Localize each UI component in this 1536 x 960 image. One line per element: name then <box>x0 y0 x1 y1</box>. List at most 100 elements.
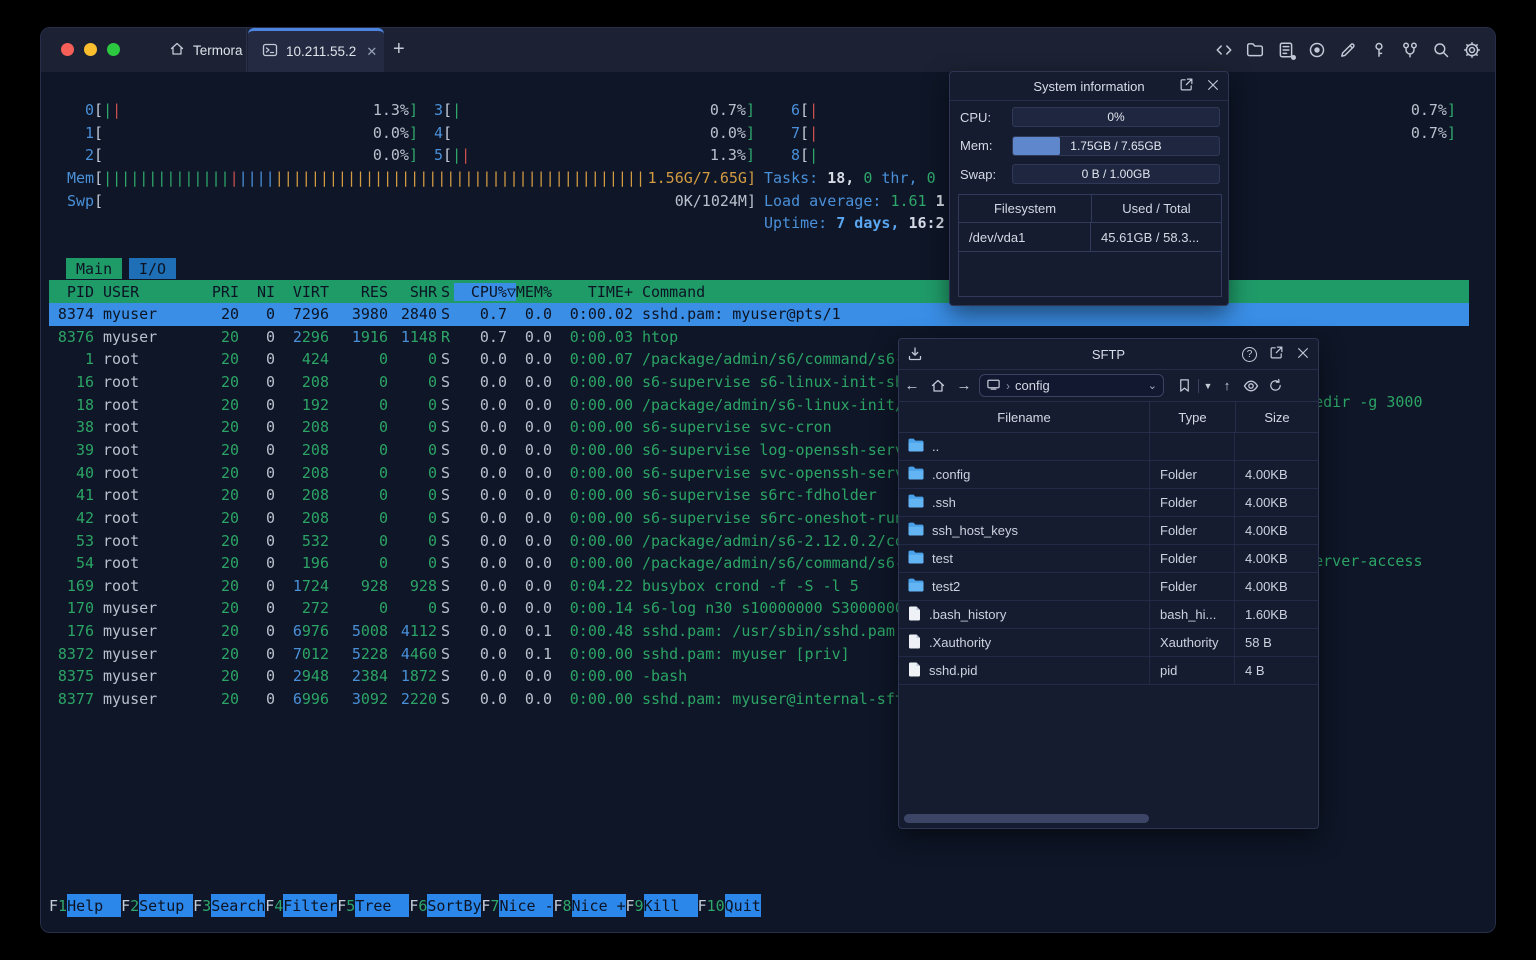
search-icon[interactable] <box>1431 41 1450 60</box>
cell-virt: 208 <box>301 418 329 437</box>
process-row[interactable]: 8374 myuser 20 0 7296 3980 2840 S 0.7 0.0 0:00.02 s… <box>49 302 1469 326</box>
sysinfo-close-icon[interactable] <box>1206 78 1220 95</box>
zoom-window-button[interactable] <box>107 43 120 56</box>
download-icon[interactable] <box>907 339 923 369</box>
file-size: 4.00KB <box>1234 489 1318 516</box>
back-icon[interactable]: ← <box>899 377 925 394</box>
sftp-titlebar[interactable]: SFTP ? <box>899 339 1318 370</box>
cell-res: 2384 <box>351 667 388 686</box>
cell-pid: 53 <box>75 531 94 550</box>
cell-st: S <box>440 486 451 505</box>
keychain-icon[interactable] <box>1400 41 1419 60</box>
cpu-meter-pct: 0.0% <box>709 123 746 142</box>
gear-icon[interactable] <box>1462 41 1481 60</box>
file-row[interactable]: .Xauthority Xauthority 58 B <box>899 629 1318 657</box>
cell-shr: 2840 <box>400 305 437 323</box>
file-row[interactable]: test Folder 4.00KB <box>899 545 1318 573</box>
fkey-sortby[interactable]: F 6 SortBy <box>409 894 482 917</box>
folder-icon[interactable] <box>1245 41 1264 60</box>
fkey-filter[interactable]: F 4 Filter <box>265 894 337 917</box>
cell-res: 0 <box>378 486 388 505</box>
sysinfo-titlebar[interactable]: System information <box>950 72 1228 101</box>
sftp-close-icon[interactable] <box>1296 346 1310 363</box>
folder-icon <box>908 578 924 595</box>
col-header-filename[interactable]: Filename <box>899 410 1149 425</box>
fkey-quit[interactable]: F 10 Quit <box>698 894 761 917</box>
tab-termora-home[interactable]: Termora <box>151 28 247 72</box>
process-table-header[interactable]: PID USER PRI NI VIRT RES SHR S CPU%▽ MEM% TIME+ Com… <box>49 280 1469 303</box>
cell-mem: 0.1 <box>524 644 552 663</box>
sftp-file-list: .. .config Folder 4.00KB .ssh Folder 4.00KB ssh… <box>899 433 1318 685</box>
cell-shr: 4112 <box>400 622 437 641</box>
close-tab-icon[interactable]: ✕ <box>366 44 377 60</box>
code-icon[interactable] <box>1214 41 1233 60</box>
log-icon[interactable] <box>1276 41 1296 60</box>
file-size: 4.00KB <box>1234 545 1318 572</box>
cell-pid: 8374 <box>57 305 94 323</box>
fkey-tree[interactable]: F 5 Tree <box>337 894 410 917</box>
open-in-window-icon[interactable] <box>1179 77 1194 95</box>
fkey-nice-[interactable]: F 8 Nice + <box>553 894 626 917</box>
sftp-title: SFTP <box>1091 346 1126 362</box>
cpu-meter-pct: 0.0% <box>372 145 409 164</box>
file-row[interactable]: .ssh Folder 4.00KB <box>899 489 1318 517</box>
key-icon[interactable] <box>1369 41 1388 60</box>
cpu-meter-1: 1[0.0%] <box>85 123 418 142</box>
cell-pri: 20 <box>220 622 239 641</box>
refresh-icon[interactable] <box>1263 378 1287 393</box>
path-breadcrumb[interactable]: › config ⌄ <box>979 374 1164 397</box>
file-name: ssh_host_keys <box>932 523 1018 538</box>
cell-cpu: 0.0 <box>479 644 507 663</box>
minimize-window-button[interactable] <box>84 43 97 56</box>
tab-session[interactable]: 10.211.55.2 ✕ <box>248 28 384 72</box>
htop-tab-io[interactable]: I/O <box>129 258 177 279</box>
htop-tab-main[interactable]: Main <box>66 258 123 279</box>
file-row[interactable]: test2 Folder 4.00KB <box>899 573 1318 601</box>
fkey-setup[interactable]: F 2 Setup <box>121 894 194 917</box>
scrollbar-thumb[interactable] <box>904 814 1149 823</box>
col-header-virt: VIRT <box>292 282 329 301</box>
file-row[interactable]: .. <box>899 433 1318 461</box>
home-icon[interactable] <box>925 378 951 394</box>
col-header-type[interactable]: Type <box>1149 402 1235 432</box>
close-window-button[interactable] <box>61 43 74 56</box>
file-row[interactable]: .config Folder 4.00KB <box>899 461 1318 489</box>
eye-icon[interactable] <box>1239 378 1263 394</box>
pencil-icon[interactable] <box>1338 41 1357 60</box>
cell-ni: 0 <box>265 327 275 346</box>
filesystem-table-header: Filesystem Used / Total <box>959 195 1221 223</box>
help-icon[interactable]: ? <box>1242 346 1257 362</box>
fkey-help[interactable]: F 1 Help <box>49 894 122 917</box>
fkey-kill[interactable]: F 9 Kill <box>626 894 698 917</box>
cell-shr: 0 <box>427 508 437 527</box>
cell-time: 0:00.00 <box>569 395 633 414</box>
new-tab-button[interactable]: + <box>393 38 405 60</box>
fkey-search[interactable]: F 3 Search <box>193 894 265 917</box>
cell-res: 0 <box>378 554 388 573</box>
sftp-table-header: Filename Type Size <box>899 402 1318 433</box>
forward-icon[interactable]: → <box>951 377 977 394</box>
file-row[interactable]: ssh_host_keys Folder 4.00KB <box>899 517 1318 545</box>
file-row[interactable]: sshd.pid pid 4 B <box>899 657 1318 685</box>
meter-label: Swap: <box>960 166 997 182</box>
file-type: Folder <box>1149 489 1234 516</box>
chevron-down-icon[interactable]: ⌄ <box>1148 379 1157 392</box>
cell-st: S <box>440 531 451 550</box>
bookmark-icon[interactable] <box>1172 378 1196 393</box>
record-icon[interactable] <box>1307 41 1326 60</box>
horizontal-scrollbar[interactable] <box>899 813 1318 825</box>
up-icon[interactable]: ↑ <box>1215 378 1239 393</box>
cell-shr: 2220 <box>400 690 437 709</box>
file-type: Folder <box>1149 573 1234 600</box>
file-row[interactable]: .bash_history bash_hi... 1.60KB <box>899 601 1318 629</box>
cell-shr: 0 <box>427 463 437 482</box>
col-header-size[interactable]: Size <box>1235 402 1318 432</box>
cell-pid: 40 <box>75 463 94 482</box>
sftp-open-in-window-icon[interactable] <box>1269 345 1284 363</box>
bookmark-dropdown-icon[interactable]: ▼ <box>1201 381 1215 391</box>
fkey-nice-[interactable]: F 7 Nice - <box>481 894 554 917</box>
cell-time: 0:00.00 <box>569 418 633 437</box>
home-icon <box>169 41 185 60</box>
filesystem-row[interactable]: /dev/vda1 45.61GB / 58.3... <box>959 223 1221 252</box>
cell-res: 0 <box>378 395 388 414</box>
